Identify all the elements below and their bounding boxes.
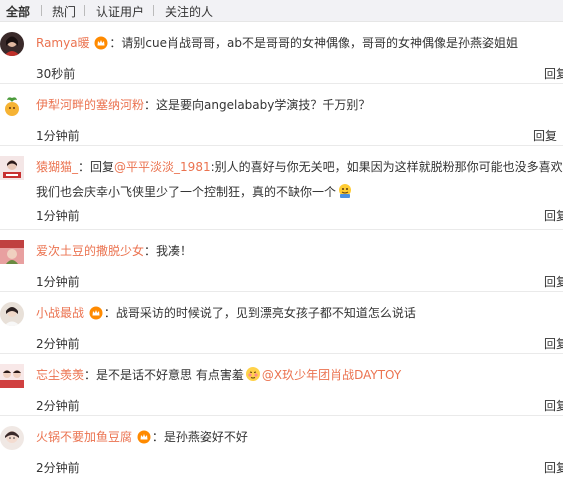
separator-colon: ： (84, 368, 97, 382)
reply-button[interactable]: 回复 (544, 273, 563, 290)
comment-text: 我凑！ (156, 244, 193, 258)
tab-divider (153, 5, 154, 16)
filter-tabs: 全部 热门 认证用户 关注的人 (0, 0, 563, 22)
separator-colon: ： (151, 430, 164, 444)
comment-text: 我们也会庆幸小飞侠里少了一个控制狂，真的不缺你一个 (36, 185, 337, 199)
mention-link[interactable]: @X玖少年团肖战DAYTOY (262, 368, 401, 382)
comment-item: 伊犁河畔的塞纳河粉：这是要向angelababy学演技？千万别？ 1分钟前 回复 (0, 84, 563, 146)
comment-time: 2分钟前 (36, 399, 80, 413)
username-link[interactable]: 爱次土豆的撒脱少女 (36, 244, 144, 258)
reply-button[interactable]: 回复 (544, 207, 563, 224)
comment-item: 猿猢猫_：回复@平平淡淡_1981:别人的喜好与你无关吧，如果因为这样就脱粉那你… (0, 146, 563, 230)
comment-time: 1分钟前 (36, 129, 80, 143)
comment-line: Ramya暖 ：请别cue肖战哥哥，ab不是哥哥的女神偶像，哥哥的女神偶像是孙燕… (36, 34, 563, 51)
avatar[interactable] (0, 364, 24, 388)
comment-text: 战哥采访的时候说了，见到漂亮女孩子都不知道怎么说话 (115, 306, 416, 320)
member-crown-icon (137, 430, 151, 444)
comment-time: 1分钟前 (36, 209, 80, 223)
separator-colon: ： (144, 98, 157, 112)
emoji-icon (337, 183, 353, 199)
avatar[interactable] (0, 32, 24, 56)
reply-button[interactable]: 回复 (544, 335, 563, 352)
comment-time: 30秒前 (36, 67, 76, 81)
comment-item: 火锅不要加鱼豆腐 ：是孙燕姿好不好 2分钟前 回复 (0, 416, 563, 482)
tab-all[interactable]: 全部 (6, 3, 30, 20)
avatar[interactable] (0, 156, 24, 180)
comment-line: 小战最战 ：战哥采访的时候说了，见到漂亮女孩子都不知道怎么说话 (36, 304, 563, 321)
separator-colon: ： (144, 244, 157, 258)
reply-prefix: 回复 (90, 160, 115, 174)
reply-button[interactable]: 回复 (544, 65, 563, 82)
avatar[interactable] (0, 94, 24, 118)
comment-time: 2分钟前 (36, 337, 80, 351)
comment-text: 是不是话不好意思 有点害羞 (96, 368, 244, 382)
reply-button[interactable]: 回复 (544, 397, 563, 414)
comment-text: 是孙燕姿好不好 (163, 430, 248, 444)
member-crown-icon (94, 36, 108, 50)
separator-colon: ： (78, 160, 91, 174)
username-link[interactable]: 伊犁河畔的塞纳河粉 (36, 98, 144, 112)
comment-item: 爱次土豆的撒脱少女：我凑！ 1分钟前 回复 (0, 230, 563, 292)
avatar[interactable] (0, 426, 24, 450)
comment-line: 伊犁河畔的塞纳河粉：这是要向angelababy学演技？千万别？ (36, 96, 563, 113)
comment-text: 这是要向angelababy学演技？千万别？ (156, 98, 371, 112)
tab-hot[interactable]: 热门 (52, 3, 76, 20)
comment-line: 忘尘羡羡：是不是话不好意思 有点害羞 @X玖少年团肖战DAYTOY (36, 366, 563, 383)
comment-line: 火锅不要加鱼豆腐 ：是孙燕姿好不好 (36, 428, 563, 445)
tab-verified-users[interactable]: 认证用户 (96, 3, 144, 20)
comment-text: :别人的喜好与你无关吧，如果因为这样就脱粉那你可能也没多喜欢 (210, 160, 563, 174)
comment-item: 忘尘羡羡：是不是话不好意思 有点害羞 @X玖少年团肖战DAYTOY 2分钟前 回复 (0, 354, 563, 416)
comment-item: 小战最战 ：战哥采访的时候说了，见到漂亮女孩子都不知道怎么说话 2分钟前 回复 (0, 292, 563, 354)
member-crown-icon (89, 306, 103, 320)
avatar[interactable] (0, 302, 24, 326)
username-link[interactable]: 忘尘羡羡 (36, 368, 84, 382)
comment-item: Ramya暖 ：请别cue肖战哥哥，ab不是哥哥的女神偶像，哥哥的女神偶像是孙燕… (0, 22, 563, 84)
separator-colon: ： (109, 36, 122, 50)
reply-button[interactable]: 回复 (544, 459, 563, 476)
tab-divider (41, 5, 42, 16)
comment-line: 爱次土豆的撒脱少女：我凑！ (36, 242, 563, 259)
tab-following[interactable]: 关注的人 (165, 3, 213, 20)
username-link[interactable]: 火锅不要加鱼豆腐 (36, 430, 132, 444)
shy-emoji-icon (245, 366, 261, 382)
separator-colon: ： (103, 306, 116, 320)
avatar[interactable] (0, 240, 24, 264)
mention-link[interactable]: @平平淡淡_1981 (114, 160, 211, 174)
tab-divider (84, 5, 85, 16)
comment-line: 猿猢猫_：回复@平平淡淡_1981:别人的喜好与你无关吧，如果因为这样就脱粉那你… (36, 158, 563, 175)
comment-time: 2分钟前 (36, 461, 80, 475)
username-link[interactable]: 小战最战 (36, 306, 84, 320)
comment-text-continued: 我们也会庆幸小飞侠里少了一个控制狂，真的不缺你一个 (36, 183, 354, 200)
comment-time: 1分钟前 (36, 275, 80, 289)
username-link[interactable]: Ramya暖 (36, 36, 90, 50)
comment-text: 请别cue肖战哥哥，ab不是哥哥的女神偶像，哥哥的女神偶像是孙燕姿姐姐 (121, 36, 518, 50)
reply-button[interactable]: 回复 (533, 127, 557, 144)
username-link[interactable]: 猿猢猫_ (36, 160, 78, 174)
